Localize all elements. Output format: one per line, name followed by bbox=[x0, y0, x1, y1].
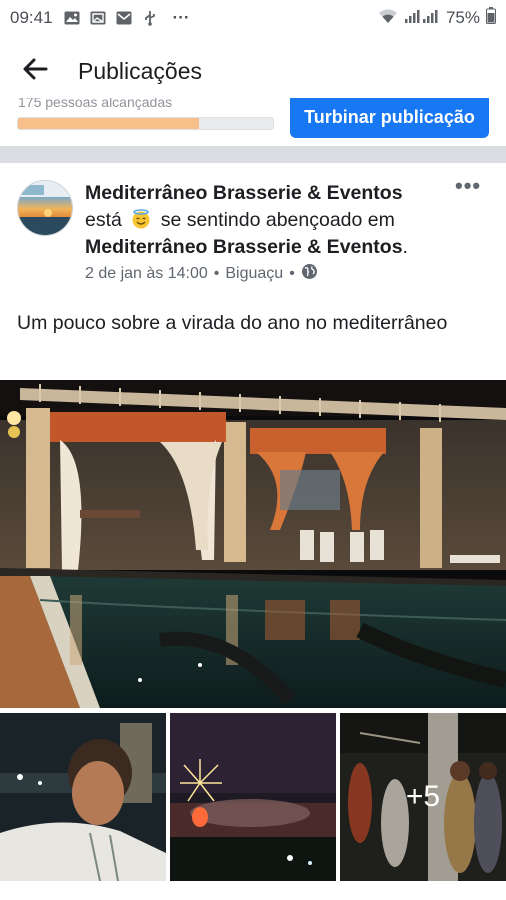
back-arrow-icon bbox=[22, 58, 48, 85]
status-time: 09:41 bbox=[10, 8, 53, 27]
gallery-icon bbox=[89, 10, 107, 26]
page-avatar[interactable] bbox=[17, 180, 73, 236]
battery-level: 75% bbox=[445, 8, 480, 27]
post-text: Um pouco sobre a virada do ano no medite… bbox=[17, 312, 448, 334]
meta-separator: • bbox=[213, 265, 220, 282]
blessed-emoji-icon bbox=[131, 209, 151, 229]
more-photos-overlay[interactable]: +5 bbox=[340, 713, 506, 881]
reach-progress-fill bbox=[18, 118, 200, 129]
location-suffix: . bbox=[402, 236, 408, 258]
status-overflow: ··· bbox=[172, 8, 190, 27]
reach-progress-bar bbox=[17, 117, 274, 130]
feeling-prefix: está bbox=[85, 209, 122, 231]
globe-icon bbox=[301, 263, 318, 285]
wifi-icon bbox=[378, 8, 398, 29]
post-card: Mediterrâneo Brasserie & Eventos está se… bbox=[0, 163, 506, 900]
feeling-text: se sentindo abençoado em bbox=[160, 209, 395, 231]
page-name-link[interactable]: Mediterrâneo Brasserie & Eventos bbox=[85, 182, 403, 204]
status-bar: 09:41 ··· 75% bbox=[0, 0, 506, 36]
mail-icon bbox=[115, 10, 133, 26]
post-photo-main[interactable] bbox=[0, 380, 506, 708]
section-separator bbox=[0, 146, 506, 163]
post-options-button[interactable]: ••• bbox=[455, 175, 481, 197]
meta-separator-2: • bbox=[289, 265, 295, 282]
post-photo-thumb-1[interactable] bbox=[0, 713, 166, 881]
post-date[interactable]: 2 de jan às 14:00 bbox=[85, 265, 208, 283]
photo-thumbnails: +5 bbox=[0, 713, 506, 881]
post-meta: 2 de jan às 14:00 • Biguaçu • bbox=[85, 263, 318, 285]
status-notification-icons: ··· bbox=[63, 8, 190, 28]
people-reached-text: 175 pessoas alcançadas bbox=[18, 98, 173, 110]
back-button[interactable] bbox=[0, 36, 70, 106]
app-header: Publicações bbox=[0, 36, 506, 106]
boost-strip: 175 pessoas alcançadas Turbinar publicaç… bbox=[0, 98, 506, 146]
image-icon bbox=[63, 10, 81, 26]
status-right: 75% bbox=[378, 7, 496, 29]
post-header: Mediterrâneo Brasserie & Eventos está se… bbox=[85, 180, 465, 261]
location-name-link[interactable]: Mediterrâneo Brasserie & Eventos bbox=[85, 236, 403, 258]
post-place[interactable]: Biguaçu bbox=[225, 265, 283, 283]
post-photo-thumb-2[interactable] bbox=[170, 713, 336, 881]
page-title: Publicações bbox=[78, 57, 203, 84]
boost-post-button[interactable]: Turbinar publicação bbox=[290, 98, 489, 138]
post-photo-thumb-3[interactable]: +5 bbox=[340, 713, 506, 881]
usb-icon bbox=[141, 10, 159, 26]
battery-icon bbox=[486, 7, 496, 29]
signal-icon bbox=[404, 8, 440, 29]
